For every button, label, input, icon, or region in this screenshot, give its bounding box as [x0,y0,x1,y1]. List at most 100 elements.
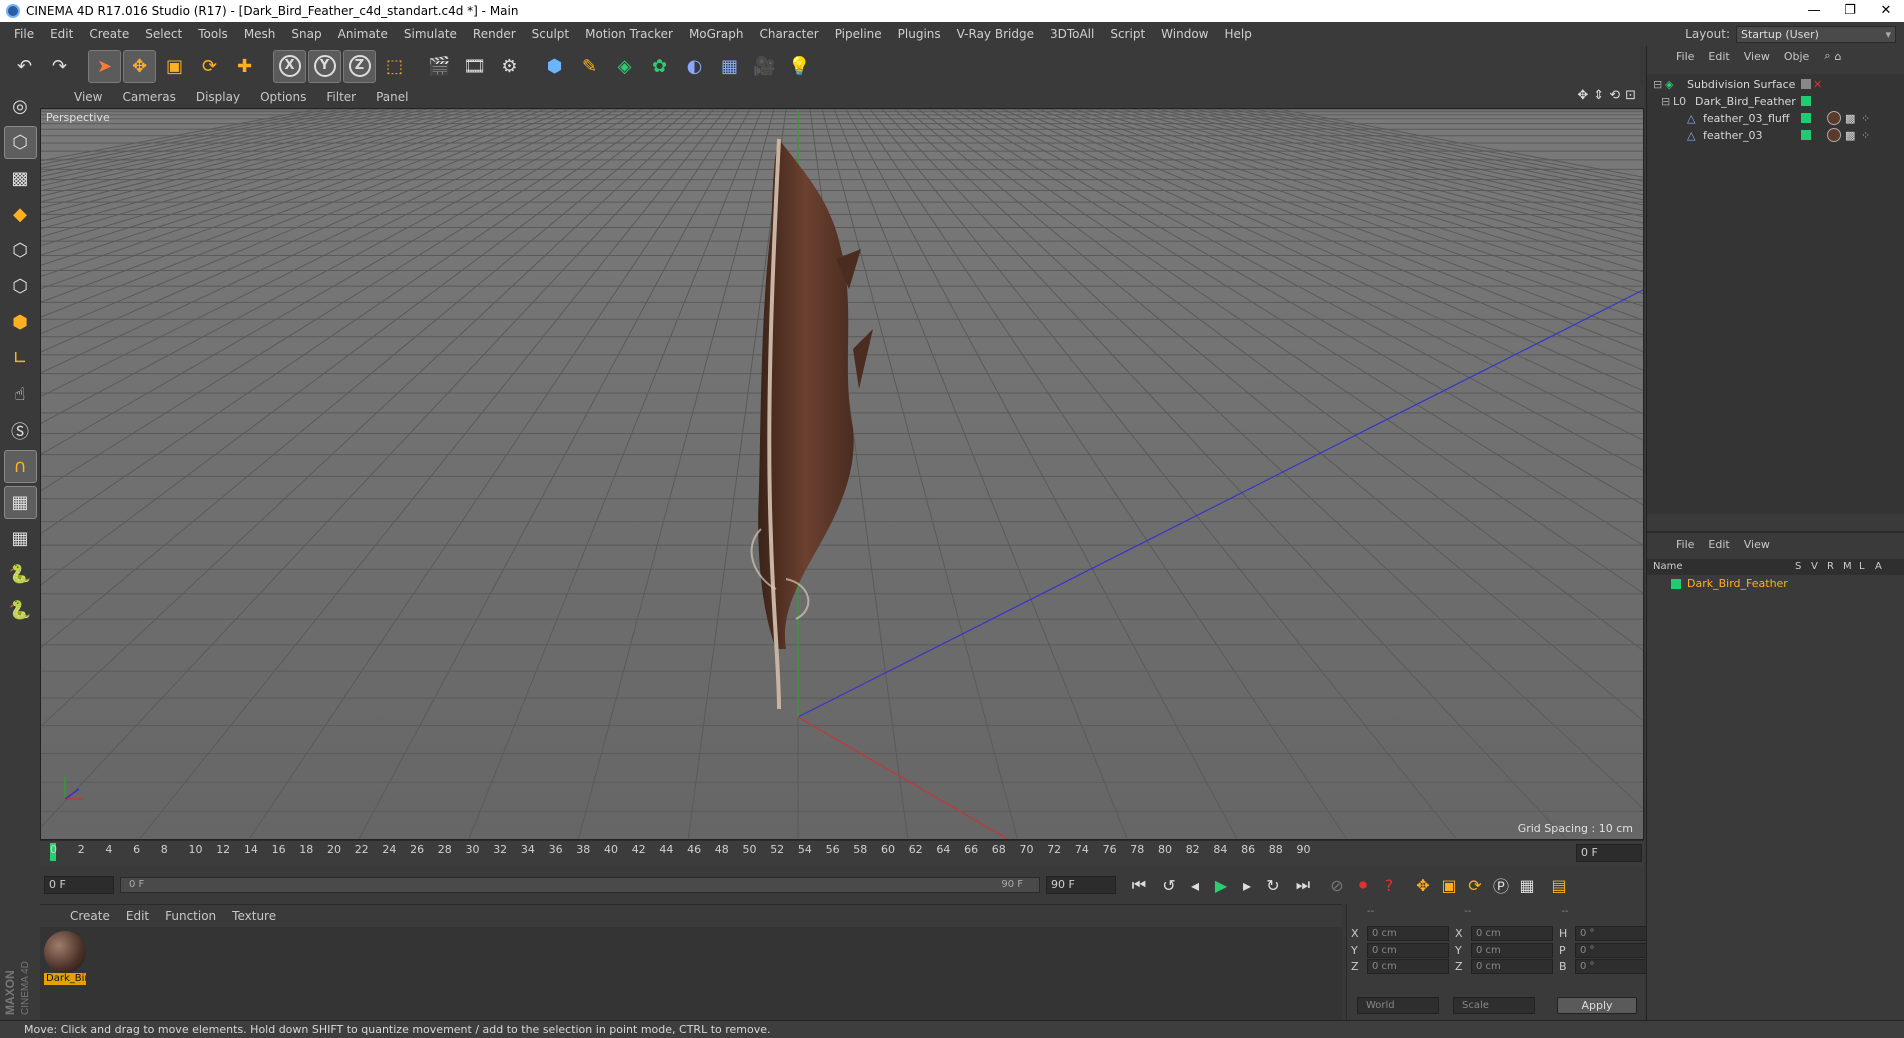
key-parameter-icon[interactable]: Ⓟ [1488,872,1514,898]
menu-create[interactable]: Create [81,22,137,46]
x-axis-lock-button[interactable]: X [273,49,306,83]
menu-edit[interactable]: Edit [42,22,81,46]
coord-value-field[interactable]: 0 cm [1367,959,1449,974]
coord-value-field[interactable]: 0 ° [1575,942,1657,958]
menu-character[interactable]: Character [751,22,826,46]
menu-tools[interactable]: Tools [190,22,236,46]
viewport-menu-view[interactable]: View [64,90,112,104]
edges-mode-icon[interactable]: ⬡ [4,270,37,303]
workplane-align-icon[interactable]: ▦ [4,522,37,555]
menu-v-ray-bridge[interactable]: V-Ray Bridge [949,22,1042,46]
menu-help[interactable]: Help [1216,22,1259,46]
tag-dots-icon[interactable]: ⁘ [1861,127,1870,144]
material-menu-create[interactable]: Create [62,909,118,923]
menu-pipeline[interactable]: Pipeline [827,22,890,46]
layer-menu-edit[interactable]: Edit [1701,538,1736,551]
axis-mode-icon[interactable]: ∟ [4,342,37,375]
texture-tag-icon[interactable]: ▩ [1845,110,1855,127]
render-view-icon[interactable]: 🎬 [423,50,456,83]
z-axis-lock-button[interactable]: Z [343,49,376,83]
apply-button[interactable]: Apply [1557,997,1637,1014]
menu-simulate[interactable]: Simulate [396,22,465,46]
coord-value-field[interactable]: 0 cm [1367,926,1449,941]
menu-sculpt[interactable]: Sculpt [524,22,577,46]
coord-value-field[interactable]: 0 cm [1471,959,1553,974]
minimize-button[interactable]: — [1796,0,1832,22]
autokey-icon[interactable]: ? [1376,872,1402,898]
material-menu-texture[interactable]: Texture [224,909,284,923]
menu-plugins[interactable]: Plugins [890,22,949,46]
menu-render[interactable]: Render [465,22,524,46]
light-icon[interactable]: 💡 [783,50,816,83]
menu-animate[interactable]: Animate [330,22,396,46]
key-position-icon[interactable]: ✥ [1410,872,1436,898]
workplane-mode-icon[interactable]: ◆ [4,198,37,231]
current-frame-field[interactable]: 0 F [1576,844,1642,862]
material-thumbnail[interactable]: Dark_Bir [44,931,86,985]
pen-spline-icon[interactable]: ✎ [573,50,606,83]
deformer-icon[interactable]: ◐ [678,50,711,83]
menu-select[interactable]: Select [137,22,190,46]
timeline-window-icon[interactable]: ▤ [1546,872,1572,898]
play-icon[interactable]: ▶ [1208,872,1234,898]
menu-motion-tracker[interactable]: Motion Tracker [577,22,681,46]
subdivision-surface-icon[interactable]: ◈ [608,50,641,83]
next-key-icon[interactable]: ↻ [1260,872,1286,898]
model-mode-icon[interactable]: ⬡ [3,126,37,159]
floor-object-icon[interactable]: ▦ [713,50,746,83]
objmgr-home-icon[interactable]: ⌂ [1834,50,1841,63]
scale-tool-icon[interactable]: ▣ [158,50,191,83]
python-script-icon[interactable]: 🐍 [4,558,37,591]
texture-mode-icon[interactable]: ▩ [4,162,37,195]
viewport-menu-options[interactable]: Options [250,90,316,104]
material-tag-icon[interactable] [1827,111,1841,125]
coord-value-field[interactable]: 0 cm [1471,942,1553,958]
viewport-maximize-icon[interactable]: ⊡ [1625,88,1636,103]
render-settings-icon[interactable]: ⚙ [493,50,526,83]
layer-row[interactable]: Dark_Bird_Feather [1647,576,1904,592]
make-editable-icon[interactable]: ◎ [4,90,37,123]
record-icon[interactable]: ⏺ [1350,872,1376,898]
go-to-end-icon[interactable]: ⏭ [1290,872,1316,898]
material-menu-edit[interactable]: Edit [118,909,157,923]
menu-script[interactable]: Script [1102,22,1153,46]
timeline-ruler[interactable]: 0 2 4 6 8 10 12 14 16 18 20 22 24 26 28 30 32 34 36 38 40 42 4… [40,840,1644,866]
tree-row-feather-fluff[interactable]: △ feather_03_fluff ▩ ⁘ [1647,110,1904,127]
objmgr-menu-file[interactable]: File [1669,50,1701,63]
objmgr-menu-view[interactable]: View [1737,50,1777,63]
magnet-icon[interactable]: ∩ [3,450,37,483]
end-frame-field[interactable]: 90 F [1046,876,1116,894]
viewport-zoom-icon[interactable]: ⇕ [1593,88,1604,103]
viewport-menu-display[interactable]: Display [186,90,250,104]
coord-mode-dropdown[interactable]: World [1357,997,1439,1014]
polygons-mode-icon[interactable]: ⬢ [4,306,37,339]
coord-value-field[interactable]: 0 cm [1471,926,1553,941]
coordinate-system-icon[interactable]: ⬚ [378,50,411,83]
objmgr-menu-edit[interactable]: Edit [1701,50,1736,63]
coord-transform-dropdown[interactable]: Scale [1453,997,1535,1014]
tweak-mode-icon[interactable]: ☝ [4,378,37,411]
close-button[interactable]: ✕ [1868,0,1904,22]
key-rotation-icon[interactable]: ⟳ [1462,872,1488,898]
tree-row-feather-03[interactable]: △ feather_03 ▩ ⁘ [1647,127,1904,144]
material-menu-function[interactable]: Function [157,909,224,923]
material-tag-icon[interactable] [1827,128,1841,142]
live-selection-icon[interactable]: ✚ [228,50,261,83]
viewport-menu-cameras[interactable]: Cameras [112,90,185,104]
rotate-tool-icon[interactable]: ⟳ [193,50,226,83]
y-axis-lock-button[interactable]: Y [308,49,341,83]
workplane-lock-icon[interactable]: ▦ [3,486,37,519]
menu-mesh[interactable]: Mesh [236,22,284,46]
python-script-2-icon[interactable]: 🐍 [4,594,37,627]
frame-range-slider[interactable]: 0 F 90 F [120,877,1040,893]
menu-3dtoall[interactable]: 3DToAll [1042,22,1102,46]
tree-row-dark-bird-feather[interactable]: ⊟ L0 Dark_Bird_Feather [1647,93,1904,110]
viewport-rotate-icon[interactable]: ⟲ [1609,88,1620,103]
coord-value-field[interactable]: 0 ° [1575,959,1657,974]
camera-icon[interactable]: 🎥 [748,50,781,83]
next-frame-icon[interactable]: ▸ [1234,872,1260,898]
previous-frame-icon[interactable]: ◂ [1182,872,1208,898]
cube-object-icon[interactable]: ⬢ [538,50,571,83]
start-frame-field[interactable]: 0 F [44,876,114,894]
redo-icon[interactable]: ↷ [43,50,76,83]
